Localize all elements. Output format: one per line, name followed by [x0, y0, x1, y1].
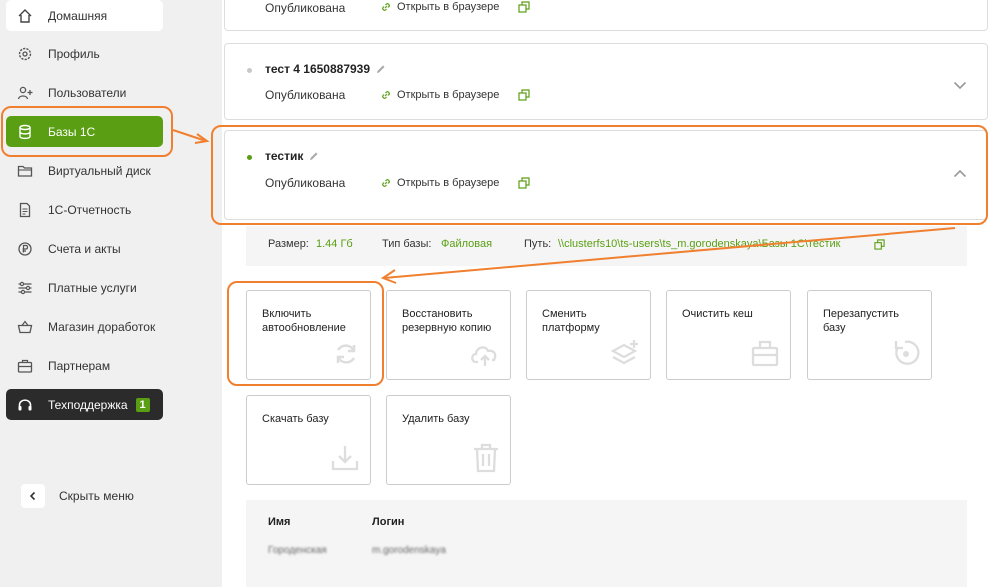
- annotation-arrows: [172, 129, 956, 284]
